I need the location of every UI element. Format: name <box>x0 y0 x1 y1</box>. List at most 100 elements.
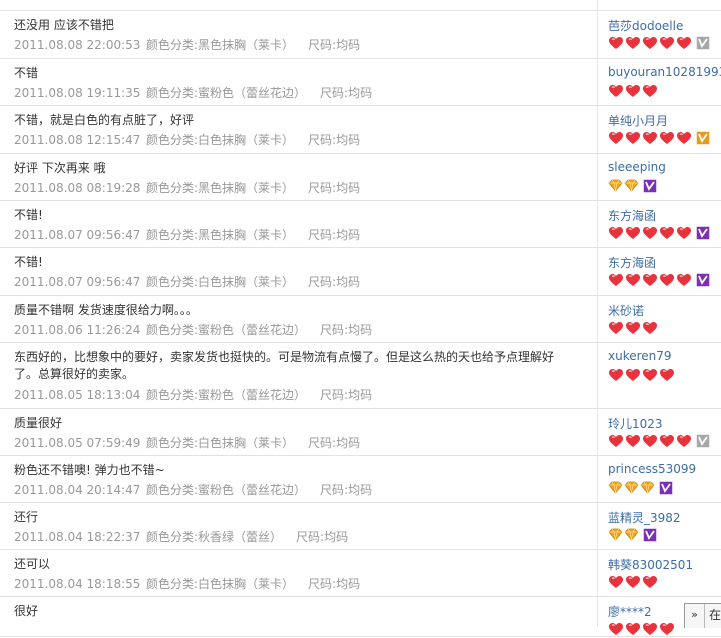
review-date: 2011.08.08 08:19:28 <box>14 181 141 195</box>
reviewer-name-link[interactable]: 廖****2 <box>608 603 652 620</box>
heart-icon <box>643 132 657 144</box>
vip-badge-icon <box>696 273 710 287</box>
review-row: 很好 廖****2 <box>0 597 721 637</box>
review-date: 2011.08.08 19:11:35 <box>14 86 141 100</box>
review-meta: 2011.08.08 12:15:47 颜色分类:白色抹胸（莱卡） 尺码:均码 <box>14 131 360 148</box>
review-date: 2011.08.07 09:56:47 <box>14 275 141 289</box>
heart-icon <box>660 435 674 447</box>
sku-size: 尺码:均码 <box>320 323 373 337</box>
sku-size: 尺码:均码 <box>296 530 349 544</box>
review-row: 不错 2011.08.08 19:11:35 颜色分类:蜜粉色（蕾丝花边） 尺码:均码… <box>0 59 721 106</box>
review-content: 不错，就是白色的有点脏了，好评 <box>14 113 195 127</box>
buyer-credit-rating <box>608 273 711 289</box>
heart-icon <box>660 623 674 635</box>
review-row: 不错! 2011.08.07 09:56:47 颜色分类:黑色抹胸（莱卡） 尺码:均码… <box>0 201 721 248</box>
review-row: 不错，就是白色的有点脏了，好评 2011.08.08 12:15:47 颜色分类:白… <box>0 106 721 154</box>
sku-color: 颜色分类:蜜粉色（蕾丝花边） <box>146 323 307 337</box>
sku-color: 颜色分类:蜜粉色（蕾丝花边） <box>146 388 307 402</box>
review-content: 不错! <box>14 208 43 222</box>
reviewer-name-link[interactable]: 蓝精灵_3982 <box>608 509 681 526</box>
reviewer-name-link[interactable]: 东方海函 <box>608 207 656 224</box>
review-row: 不错! 2011.08.07 09:56:47 颜色分类:白色抹胸（莱卡） 尺码:均码… <box>0 248 721 296</box>
heart-icon <box>643 623 657 635</box>
heart-icon <box>660 132 674 144</box>
heart-icon <box>660 369 674 381</box>
buyer-credit-rating <box>608 481 674 497</box>
column-divider <box>597 0 598 627</box>
float-toolbar-label[interactable]: 在 <box>709 604 721 626</box>
review-content: 不错! <box>14 255 43 269</box>
sku-size: 尺码:均码 <box>320 388 373 402</box>
heart-icon <box>643 369 657 381</box>
heart-icon <box>626 576 640 588</box>
sku-size: 尺码:均码 <box>320 483 373 497</box>
sku-color: 颜色分类:蜜粉色（蕾丝花边） <box>146 483 307 497</box>
float-toolbar[interactable]: » 在 <box>684 603 721 628</box>
heart-icon <box>626 274 640 286</box>
heart-icon <box>609 435 623 447</box>
vip-badge-icon <box>696 36 710 50</box>
sku-color: 颜色分类:黑色抹胸（莱卡） <box>146 181 295 195</box>
heart-icon <box>609 576 623 588</box>
reviewer-name-link[interactable]: 玲儿1023 <box>608 415 663 432</box>
buyer-credit-rating <box>608 321 659 337</box>
buyer-credit-rating <box>608 434 711 450</box>
buyer-credit-rating <box>608 36 711 52</box>
review-content: 好评 下次再来 哦 <box>14 161 106 175</box>
review-row: 还可以 2011.08.04 18:18:55 颜色分类:白色抹胸（莱卡） 尺码:均码… <box>0 550 721 597</box>
sku-size: 尺码:均码 <box>308 38 361 52</box>
reviewer-name-link[interactable]: xukeren79 <box>608 349 672 363</box>
heart-icon <box>626 623 640 635</box>
review-date: 2011.08.04 20:14:47 <box>14 483 141 497</box>
sku-color: 颜色分类:蜜粉色（蕾丝花边） <box>146 86 307 100</box>
buyer-credit-rating <box>608 179 658 195</box>
expand-arrow-icon[interactable]: » <box>685 604 705 628</box>
review-meta: 2011.08.08 19:11:35 颜色分类:蜜粉色（蕾丝花边） 尺码:均码 <box>14 84 372 101</box>
heart-icon <box>677 132 691 144</box>
review-date: 2011.08.04 18:18:55 <box>14 577 141 591</box>
sku-size: 尺码:均码 <box>308 181 361 195</box>
heart-icon <box>609 369 623 381</box>
reviewer-name-link[interactable]: 单纯小月月 <box>608 112 668 129</box>
heart-icon <box>626 369 640 381</box>
heart-icon <box>609 85 623 97</box>
review-content: 还行 <box>14 510 39 524</box>
sku-color: 颜色分类:白色抹胸（莱卡） <box>146 275 295 289</box>
heart-icon <box>626 132 640 144</box>
review-row: 好评 下次再来 哦 2011.08.08 08:19:28 颜色分类:黑色抹胸（莱卡… <box>0 154 721 201</box>
reviewer-name-link[interactable]: princess53099 <box>608 462 696 476</box>
review-date: 2011.08.05 07:59:49 <box>14 436 141 450</box>
sku-color: 颜色分类:秋香绿（蕾丝） <box>146 530 283 544</box>
reviewer-name-link[interactable]: 芭莎dodoelle <box>608 17 683 34</box>
sku-color: 颜色分类:白色抹胸（莱卡） <box>146 133 295 147</box>
review-meta: 2011.08.04 18:18:55 颜色分类:白色抹胸（莱卡） 尺码:均码 <box>14 575 360 592</box>
reviewer-name-link[interactable]: sleeeping <box>608 160 666 174</box>
review-date: 2011.08.04 18:22:37 <box>14 530 141 544</box>
heart-icon <box>643 227 657 239</box>
buyer-credit-rating <box>608 575 659 591</box>
heart-icon <box>609 623 623 635</box>
review-content: 很好 <box>14 604 39 618</box>
heart-icon <box>660 37 674 49</box>
reviewer-name-link[interactable]: 米砂诺 <box>608 302 644 319</box>
review-row: 粉色还不错噢! 弹力也不错~ 2011.08.04 20:14:47 颜色分类:蜜粉… <box>0 456 721 503</box>
diamond-icon <box>624 179 639 192</box>
heart-icon <box>643 576 657 588</box>
review-content: 还可以 <box>14 557 51 571</box>
reviewer-name-link[interactable]: 东方海函 <box>608 254 656 271</box>
heart-icon <box>677 227 691 239</box>
sku-color: 颜色分类:黑色抹胸（莱卡） <box>146 228 295 242</box>
reviewer-name-link[interactable]: 韩葵83002501 <box>608 556 693 573</box>
review-meta: 2011.08.08 22:00:53 颜色分类:黑色抹胸（莱卡） 尺码:均码 <box>14 36 360 53</box>
review-row: 质量很好 2011.08.05 07:59:49 颜色分类:白色抹胸（莱卡） 尺码:均… <box>0 409 721 456</box>
review-meta: 2011.08.04 20:14:47 颜色分类:蜜粉色（蕾丝花边） 尺码:均码 <box>14 481 372 498</box>
review-content: 粉色还不错噢! 弹力也不错~ <box>14 463 165 477</box>
review-meta: 2011.08.08 08:19:28 颜色分类:黑色抹胸（莱卡） 尺码:均码 <box>14 179 360 196</box>
heart-icon <box>643 37 657 49</box>
reviewer-name-link[interactable]: buyouran10281993 <box>608 65 721 79</box>
sku-size: 尺码:均码 <box>320 86 373 100</box>
heart-icon <box>643 274 657 286</box>
heart-icon <box>626 227 640 239</box>
heart-icon <box>626 85 640 97</box>
heart-icon <box>677 435 691 447</box>
